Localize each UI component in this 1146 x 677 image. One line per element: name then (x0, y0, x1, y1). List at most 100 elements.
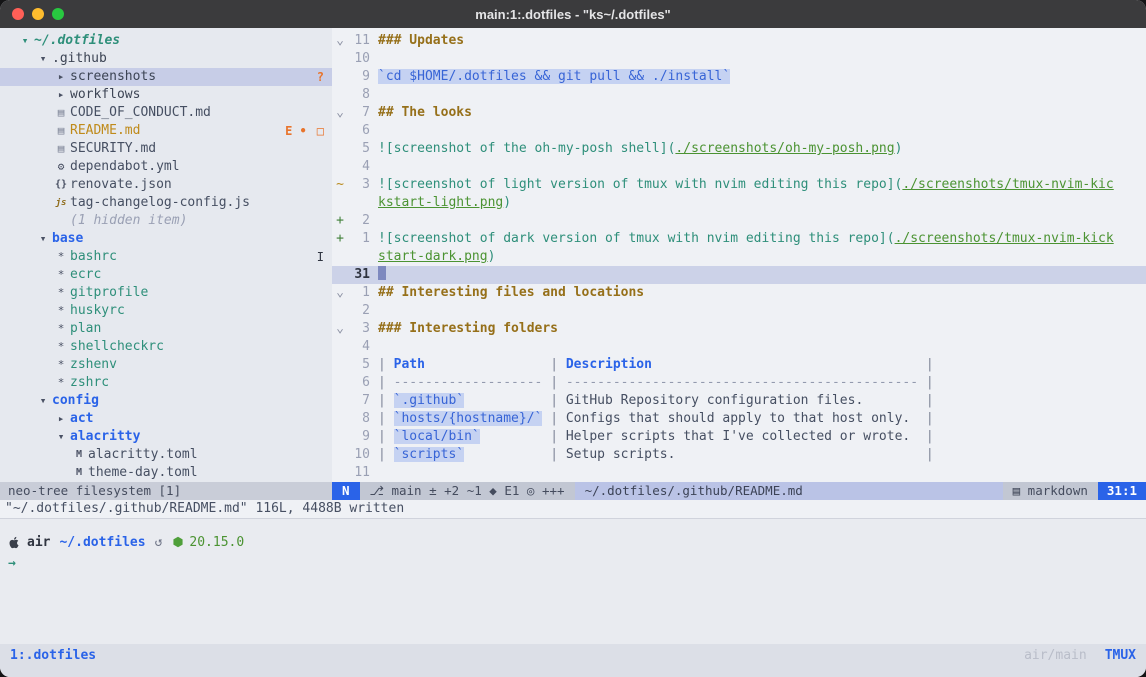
tree-item-act[interactable]: ▸act (0, 410, 332, 428)
shell-file-icon: * (52, 284, 70, 302)
line-text: kstart-light.png) (378, 194, 1146, 212)
line-number: 8 (348, 410, 378, 428)
tree-item-shellcheckrc[interactable]: *shellcheckrc (0, 338, 332, 356)
folder-icon: ▸ (52, 86, 70, 104)
tree-item-workflows[interactable]: ▸workflows (0, 86, 332, 104)
shell-file-icon: * (52, 302, 70, 320)
editor-line[interactable]: 9`cd $HOME/.dotfiles && git pull && ./in… (332, 68, 1146, 86)
line-text (378, 266, 1146, 284)
editor-line[interactable]: 10| `scripts` | Setup scripts. | (332, 446, 1146, 464)
text-segment: | (550, 411, 566, 426)
folder-icon: ▸ (52, 68, 70, 86)
tree-item-screenshots[interactable]: ▸screenshots? (0, 68, 332, 86)
text-segment: | (926, 429, 934, 444)
line-text: | `.github` | GitHub Repository configur… (378, 392, 1146, 410)
tree-item-dotfiles[interactable]: ▾~/.dotfiles (0, 32, 332, 50)
line-number: 11 (348, 464, 378, 482)
tree-item-zshenv[interactable]: *zshenv (0, 356, 332, 374)
shell-file-icon: * (52, 320, 70, 338)
editor-line[interactable]: 9| `local/bin` | Helper scripts that I'v… (332, 428, 1146, 446)
folder-open-icon: ▾ (16, 32, 34, 50)
gutter-sign (332, 86, 348, 104)
tree-item-huskyrc[interactable]: *huskyrc (0, 302, 332, 320)
editor-line[interactable]: ⌄1## Interesting files and locations (332, 284, 1146, 302)
text-segment: Configs that should apply to that host o… (566, 411, 910, 426)
tree-item-theme-day-toml[interactable]: Mtheme-day.toml (0, 464, 332, 482)
tree-item-dependabot-yml[interactable]: ⚙dependabot.yml (0, 158, 332, 176)
tree-item-base[interactable]: ▾base (0, 230, 332, 248)
line-text: | `hosts/{hostname}/` | Configs that sho… (378, 410, 1146, 428)
tree-item-code-of-conduct-md[interactable]: ▤CODE_OF_CONDUCT.md (0, 104, 332, 122)
line-text: ### Updates (378, 32, 1146, 50)
editor-line[interactable]: ~3![screenshot of light version of tmux … (332, 176, 1146, 194)
editor-line[interactable]: 4 (332, 158, 1146, 176)
text-segment: | (378, 375, 394, 390)
tree-item-bashrc[interactable]: *bashrcI (0, 248, 332, 266)
tree-item-readme-md[interactable]: ▤README.mdE •□ (0, 122, 332, 140)
editor-line[interactable]: 10 (332, 50, 1146, 68)
zoom-button[interactable] (52, 8, 64, 20)
tree-item-renovate-json[interactable]: {}renovate.json (0, 176, 332, 194)
gutter-sign (332, 446, 348, 464)
editor-line[interactable]: 7| `.github` | GitHub Repository configu… (332, 392, 1146, 410)
tree-item-label: plan (70, 320, 101, 338)
line-text (378, 86, 1146, 104)
tree-item-config[interactable]: ▾config (0, 392, 332, 410)
tmux-window-name[interactable]: 1:.dotfiles (10, 648, 96, 663)
editor-line[interactable]: 6 (332, 122, 1146, 140)
tree-item-alacritty[interactable]: ▾alacritty (0, 428, 332, 446)
line-text: `cd $HOME/.dotfiles && git pull && ./ins… (378, 68, 1146, 86)
tree-item-plan[interactable]: *plan (0, 320, 332, 338)
prompt-arrow: → (8, 555, 1138, 573)
editor-line[interactable]: +2 (332, 212, 1146, 230)
text-segment: ./screenshots/tmux-nvim-kic (902, 177, 1113, 192)
tree-item-label: zshrc (70, 374, 109, 392)
editor-line[interactable]: ⌄7## The looks (332, 104, 1146, 122)
tree-item-security-md[interactable]: ▤SECURITY.md (0, 140, 332, 158)
tree-item-tag-changelog-config-js[interactable]: jstag-changelog-config.js (0, 194, 332, 212)
editor-wrapped-line[interactable]: start-dark.png) (332, 248, 1146, 266)
current-file-path: ~/.dotfiles/.github/README.md (575, 482, 1003, 500)
editor-line[interactable]: 11 (332, 464, 1146, 482)
tree-item-label: dependabot.yml (70, 158, 180, 176)
tree-item-zshrc[interactable]: *zshrc (0, 374, 332, 392)
editor-line[interactable]: 6| ------------------- | ---------------… (332, 374, 1146, 392)
editor-line[interactable]: 8| `hosts/{hostname}/` | Configs that sh… (332, 410, 1146, 428)
shell-pane[interactable]: air ~/.dotfiles ↺ 20.15.0 → (0, 518, 1146, 644)
gutter-sign (332, 68, 348, 86)
editor-line[interactable]: +1![screenshot of dark version of tmux w… (332, 230, 1146, 248)
minimize-button[interactable] (32, 8, 44, 20)
line-text: start-dark.png) (378, 248, 1146, 266)
editor-line[interactable]: 5| Path | Description | (332, 356, 1146, 374)
line-text (378, 122, 1146, 140)
gutter-sign (332, 428, 348, 446)
mode-indicator: N (332, 482, 360, 500)
close-button[interactable] (12, 8, 24, 20)
editor-line[interactable]: 2 (332, 302, 1146, 320)
text-segment: | (378, 429, 394, 444)
editor-line[interactable]: 4 (332, 338, 1146, 356)
tree-item-label: huskyrc (70, 302, 125, 320)
shell-file-icon: * (52, 248, 70, 266)
tree-item-alacritty-toml[interactable]: Malacritty.toml (0, 446, 332, 464)
tree-item-label: ~/.dotfiles (34, 32, 120, 50)
toml-file-icon: M (70, 464, 88, 482)
line-number: 11 (348, 32, 378, 50)
line-text: ![screenshot of dark version of tmux wit… (378, 230, 1146, 248)
tree-item-gitprofile[interactable]: *gitprofile (0, 284, 332, 302)
line-text: ![screenshot of the oh-my-posh shell](./… (378, 140, 1146, 158)
editor-line[interactable]: ⌄3### Interesting folders (332, 320, 1146, 338)
js-file-icon: js (52, 194, 70, 212)
tree-item-1-hidden-item[interactable]: (1 hidden item) (0, 212, 332, 230)
editor-line[interactable]: 8 (332, 86, 1146, 104)
gutter-sign: ~ (332, 176, 348, 194)
editor-cursor-line[interactable]: 31 (332, 266, 1146, 284)
editor-line[interactable]: ⌄11### Updates (332, 32, 1146, 50)
tree-item-badges: E •□ (285, 122, 324, 140)
editor-line[interactable]: 5![screenshot of the oh-my-posh shell](.… (332, 140, 1146, 158)
tree-item-ecrc[interactable]: *ecrc (0, 266, 332, 284)
line-text: | Path | Description | (378, 356, 1146, 374)
editor-pane[interactable]: ⌄11### Updates 10 9`cd $HOME/.dotfiles &… (332, 28, 1146, 482)
editor-wrapped-line[interactable]: kstart-light.png) (332, 194, 1146, 212)
tree-item-github[interactable]: ▾.github (0, 50, 332, 68)
